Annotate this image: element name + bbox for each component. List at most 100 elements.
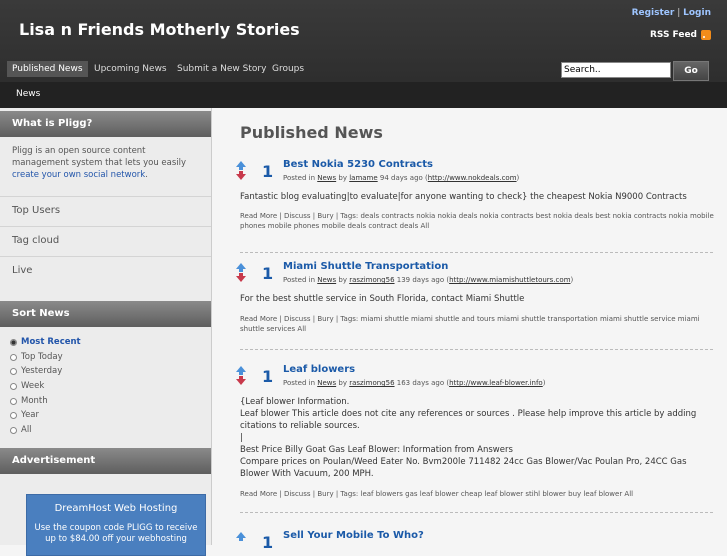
sub-nav: News <box>0 82 727 108</box>
what-is-pligg-text: Pligg is an open source content manageme… <box>12 145 197 181</box>
category-link[interactable]: News <box>317 379 336 387</box>
body-line: {Leaf blower Information. <box>240 397 350 407</box>
divider <box>0 226 211 227</box>
vote-up-icon[interactable] <box>236 263 246 272</box>
vote-count: 1 <box>262 533 274 552</box>
meta-text: by <box>336 379 350 387</box>
category-link[interactable]: News <box>317 276 336 284</box>
vote-down-icon[interactable] <box>236 273 246 282</box>
vote-down-icon[interactable] <box>236 171 246 180</box>
rss-icon <box>701 30 711 40</box>
story-title[interactable]: Sell Your Mobile To Who? <box>283 530 424 541</box>
story-title[interactable]: Best Nokia 5230 Contracts <box>283 159 433 170</box>
sort-label: Most Recent <box>21 337 81 347</box>
story-tags[interactable]: Read More | Discuss | Bury | Tags: leaf … <box>240 489 715 499</box>
advertisement-heading: Advertisement <box>0 448 211 474</box>
nav-submit-story[interactable]: Submit a New Story <box>172 61 271 77</box>
body-line: Fantastic blog evaluating|to evaluate|fo… <box>240 192 687 202</box>
story-meta: Posted in News by raszimong56 139 days a… <box>283 276 573 284</box>
sort-label: All <box>21 425 32 435</box>
divider <box>240 252 715 253</box>
story-tags[interactable]: Read More | Discuss | Bury | Tags: miami… <box>240 314 715 334</box>
subnav-news[interactable]: News <box>16 89 40 99</box>
story-body: {Leaf blower Information. Leaf blower Th… <box>240 396 715 480</box>
meta-text: ) <box>570 276 574 284</box>
story-meta: Posted in News by raszimong56 163 days a… <box>283 379 545 387</box>
meta-text: 94 days ago ( <box>377 174 428 182</box>
radio-icon[interactable] <box>10 397 17 405</box>
vote-up-icon[interactable] <box>236 366 246 375</box>
meta-text: Posted in <box>283 379 318 387</box>
category-link[interactable]: News <box>317 174 336 182</box>
sort-label: Week <box>21 381 45 391</box>
vote-up-icon[interactable] <box>236 161 246 170</box>
source-url-link[interactable]: http://www.leaf-blower.info <box>449 379 543 387</box>
meta-text: 139 days ago ( <box>394 276 450 284</box>
nav-groups[interactable]: Groups <box>267 61 309 77</box>
source-url-link[interactable]: http://www.nokdeals.com <box>428 174 517 182</box>
search-go-button[interactable]: Go <box>673 61 709 81</box>
sort-week[interactable]: Week <box>10 381 44 391</box>
sidebar-live[interactable]: Live <box>12 265 32 276</box>
body-line: Compare prices on Poulan/Weed Eater No. … <box>240 457 687 479</box>
story-body: Fantastic blog evaluating|to evaluate|fo… <box>240 191 715 203</box>
radio-icon[interactable] <box>10 411 17 419</box>
sort-label: Top Today <box>21 352 63 362</box>
sort-most-recent[interactable]: Most Recent <box>10 337 81 347</box>
ad-text: Use the coupon code PLIGG to receive up … <box>34 523 198 544</box>
meta-text: Posted in <box>283 174 318 182</box>
create-network-link[interactable]: create your own social network <box>12 170 145 180</box>
radio-icon[interactable] <box>10 338 17 346</box>
divider <box>240 349 715 350</box>
vote-down-icon[interactable] <box>236 376 246 385</box>
meta-text: by <box>336 174 350 182</box>
what-is-end: . <box>145 170 148 180</box>
author-link[interactable]: raszimong56 <box>349 276 394 284</box>
radio-icon[interactable] <box>10 367 17 375</box>
meta-text: ) <box>516 174 520 182</box>
account-links: Register | Login <box>632 8 711 18</box>
vote-up-icon[interactable] <box>236 532 246 541</box>
rss-feed-link[interactable]: RSS Feed <box>650 30 711 40</box>
site-title[interactable]: Lisa n Friends Motherly Stories <box>19 20 300 39</box>
search-input[interactable] <box>561 62 671 78</box>
divider <box>0 256 211 257</box>
author-link[interactable]: raszimong56 <box>349 379 394 387</box>
sidebar: What is Pligg? Pligg is an open source c… <box>0 108 212 545</box>
meta-text: Posted in <box>283 276 318 284</box>
story-title[interactable]: Leaf blowers <box>283 364 355 375</box>
page-title: Published News <box>240 123 383 142</box>
sort-year[interactable]: Year <box>10 410 39 420</box>
sidebar-tag-cloud[interactable]: Tag cloud <box>12 235 59 246</box>
nav-published-news[interactable]: Published News <box>7 61 88 77</box>
dreamhost-ad[interactable]: DreamHost Web Hosting Use the coupon cod… <box>26 494 206 556</box>
meta-text: 163 days ago ( <box>394 379 450 387</box>
login-link[interactable]: Login <box>683 8 711 18</box>
divider <box>0 196 211 197</box>
sort-label: Month <box>21 396 48 406</box>
rss-label: RSS Feed <box>649 30 697 40</box>
story-title[interactable]: Miami Shuttle Transportation <box>283 261 448 272</box>
sidebar-top-users[interactable]: Top Users <box>12 205 60 216</box>
what-is-text: Pligg is an open source content manageme… <box>12 146 187 168</box>
register-link[interactable]: Register <box>632 8 675 18</box>
radio-icon[interactable] <box>10 382 17 390</box>
meta-text: by <box>336 276 350 284</box>
story-tags[interactable]: Read More | Discuss | Bury | Tags: deals… <box>240 211 715 231</box>
sort-month[interactable]: Month <box>10 396 48 406</box>
sort-all[interactable]: All <box>10 425 32 435</box>
radio-icon[interactable] <box>10 426 17 434</box>
divider <box>240 512 715 513</box>
main-content: Published News 1 Best Nokia 5230 Contrac… <box>212 108 727 552</box>
body-line: For the best shuttle service in South Fl… <box>240 294 525 304</box>
sort-top-today[interactable]: Top Today <box>10 352 63 362</box>
nav-upcoming-news[interactable]: Upcoming News <box>89 61 172 77</box>
body-line: Best Price Billy Goat Gas Leaf Blower: I… <box>240 445 513 455</box>
radio-icon[interactable] <box>10 353 17 361</box>
author-link[interactable]: lamame <box>349 174 377 182</box>
sort-news-heading: Sort News <box>0 301 211 327</box>
sort-yesterday[interactable]: Yesterday <box>10 366 62 376</box>
story-body: For the best shuttle service in South Fl… <box>240 293 715 305</box>
source-url-link[interactable]: http://www.miamishuttletours.com <box>449 276 570 284</box>
ad-title: DreamHost Web Hosting <box>54 503 178 514</box>
